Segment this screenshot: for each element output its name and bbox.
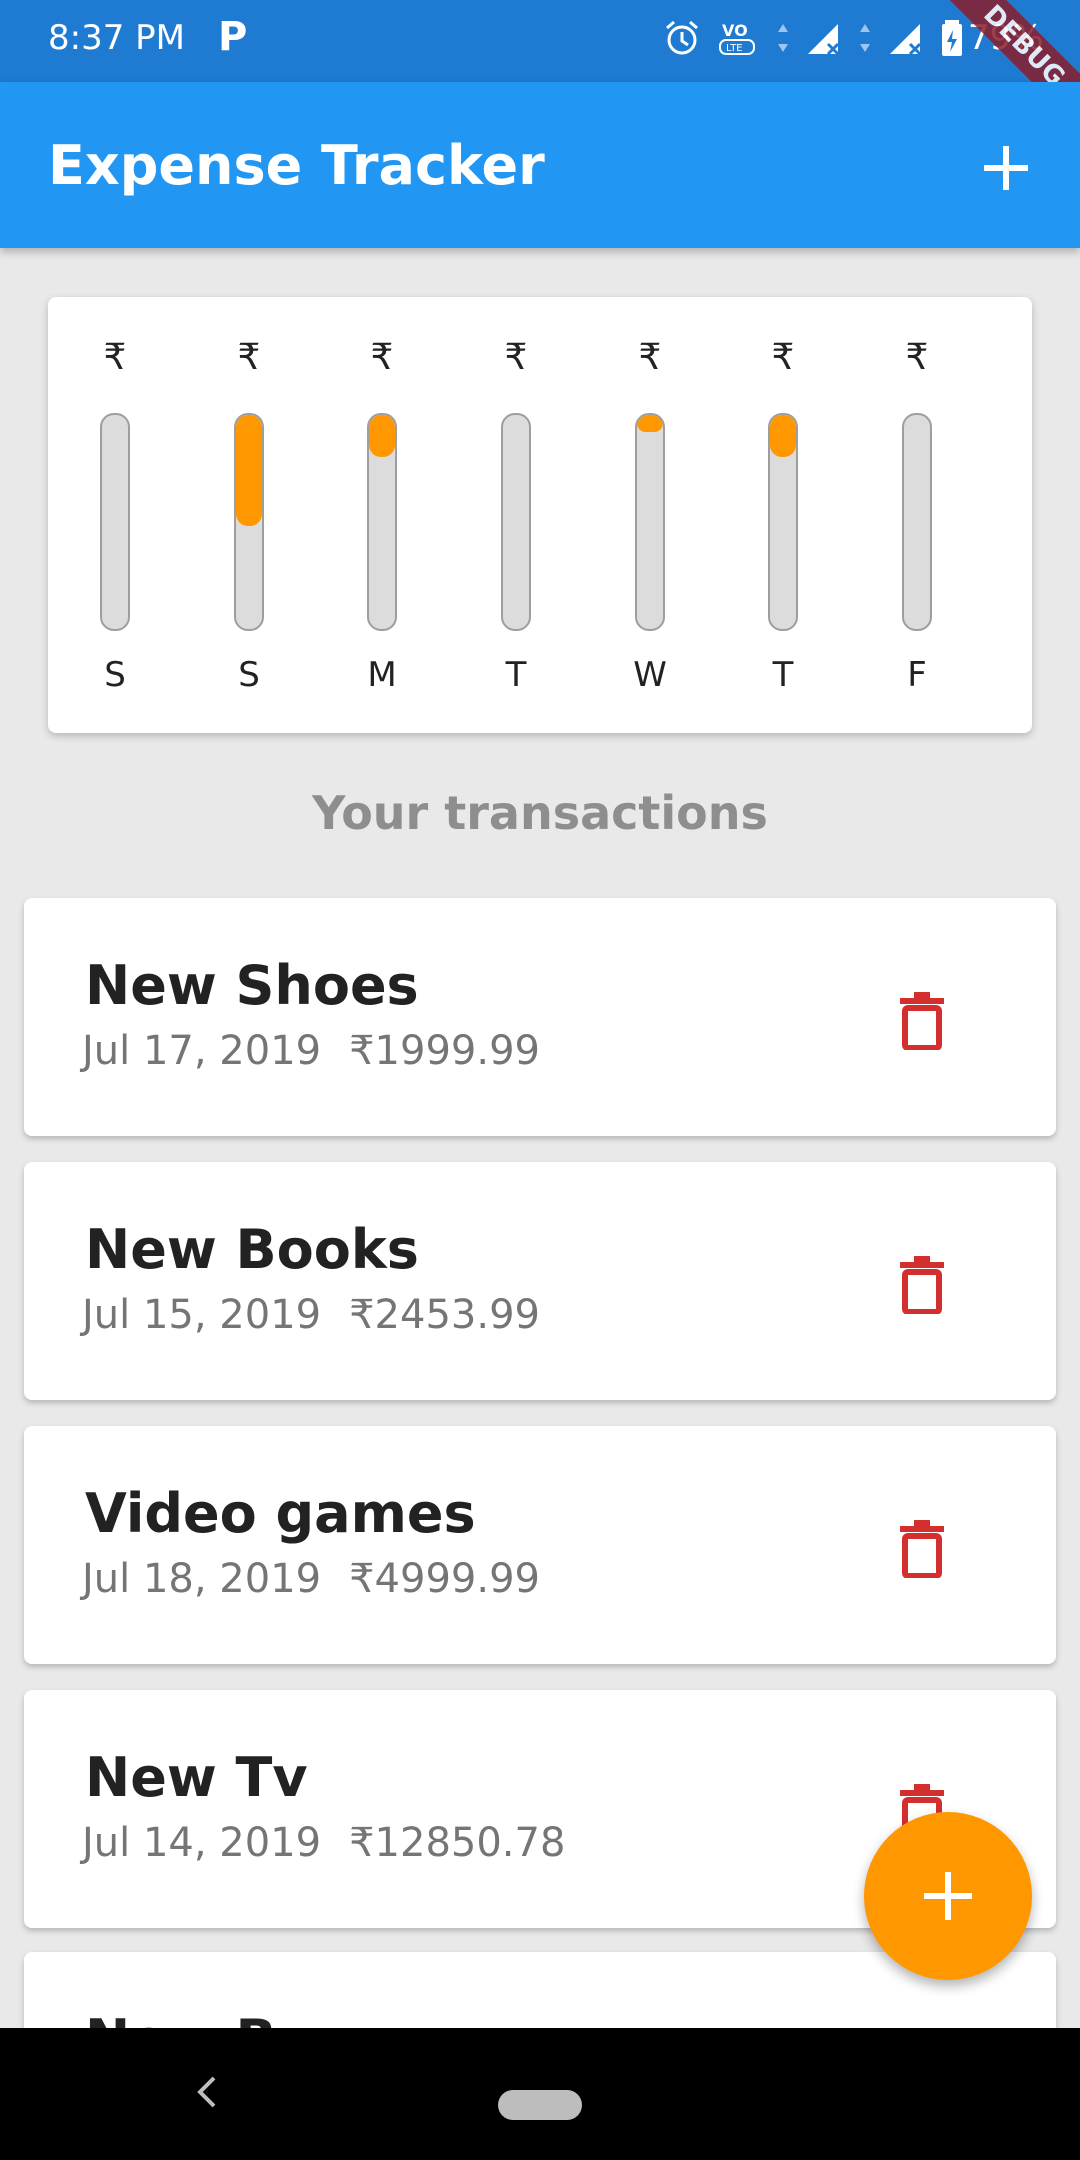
transaction-amount: ₹2453.99 bbox=[349, 1292, 540, 1338]
bar-day-label: F bbox=[907, 655, 927, 695]
signal-icon bbox=[890, 24, 922, 56]
transaction-card: New Shoes Jul 17, 2019 ₹1999.99 bbox=[24, 898, 1056, 1136]
status-icons: VO LTE bbox=[662, 18, 964, 58]
bar-amount-label: ₹ bbox=[237, 337, 261, 378]
transaction-date: Jul 17, 2019 bbox=[82, 1028, 322, 1074]
bar-fill bbox=[637, 415, 663, 432]
trash-icon[interactable] bbox=[898, 990, 946, 1050]
transaction-title: New Shoes bbox=[85, 954, 419, 1017]
bar-track bbox=[768, 413, 798, 631]
back-icon[interactable] bbox=[190, 2072, 222, 2112]
chart-bar-column: ₹ M bbox=[352, 297, 412, 733]
bar-track bbox=[635, 413, 665, 631]
trash-icon[interactable] bbox=[898, 1254, 946, 1314]
transaction-card: Video games Jul 18, 2019 ₹4999.99 bbox=[24, 1426, 1056, 1664]
chart-bar-column: ₹ T bbox=[486, 297, 546, 733]
transaction-date: Jul 15, 2019 bbox=[82, 1292, 322, 1338]
transaction-amount: ₹4999.99 bbox=[349, 1556, 540, 1602]
bar-amount-label: ₹ bbox=[905, 337, 929, 378]
svg-text:VO: VO bbox=[722, 21, 748, 40]
signal-icon bbox=[808, 24, 840, 56]
section-title: Your transactions bbox=[312, 786, 768, 840]
home-pill[interactable] bbox=[498, 2090, 582, 2120]
add-transaction-fab[interactable] bbox=[864, 1812, 1032, 1980]
weekly-chart-card: ₹ S ₹ S ₹ M ₹ T ₹ W ₹ T ₹ F bbox=[48, 297, 1032, 733]
bar-fill bbox=[236, 415, 262, 526]
bar-track bbox=[902, 413, 932, 631]
transaction-title: Video games bbox=[85, 1482, 476, 1545]
bar-day-label: S bbox=[104, 655, 126, 695]
battery-icon bbox=[942, 20, 962, 56]
transaction-card: New Books Jul 15, 2019 ₹2453.99 bbox=[24, 1162, 1056, 1400]
svg-text:LTE: LTE bbox=[726, 43, 743, 54]
bar-amount-label: ₹ bbox=[771, 337, 795, 378]
transaction-date: Jul 14, 2019 bbox=[82, 1820, 322, 1866]
bar-track bbox=[367, 413, 397, 631]
notification-app-icon: P bbox=[218, 14, 248, 60]
transaction-amount: ₹1999.99 bbox=[349, 1028, 540, 1074]
app-bar: Expense Tracker bbox=[0, 82, 1080, 248]
bar-amount-label: ₹ bbox=[370, 337, 394, 378]
plus-icon bbox=[924, 1872, 972, 1920]
bar-track bbox=[100, 413, 130, 631]
chart-bar-column: ₹ T bbox=[753, 297, 813, 733]
transaction-title: New Books bbox=[85, 1218, 419, 1281]
bar-amount-label: ₹ bbox=[103, 337, 127, 378]
chart-bar-column: ₹ F bbox=[887, 297, 947, 733]
data-arrows-icon bbox=[778, 24, 788, 52]
bar-track bbox=[234, 413, 264, 631]
status-time: 8:37 PM bbox=[48, 18, 185, 58]
transaction-amount: ₹12850.78 bbox=[349, 1820, 566, 1866]
chart-bar-column: ₹ S bbox=[85, 297, 145, 733]
alarm-icon bbox=[666, 20, 698, 55]
bar-fill bbox=[770, 415, 796, 457]
transaction-title: New Tv bbox=[85, 1746, 308, 1809]
bar-fill bbox=[369, 415, 395, 457]
app-title: Expense Tracker bbox=[48, 134, 545, 197]
trash-icon[interactable] bbox=[898, 1518, 946, 1578]
chart-bar-column: ₹ S bbox=[219, 297, 279, 733]
bar-day-label: T bbox=[505, 655, 527, 695]
bar-track bbox=[501, 413, 531, 631]
bar-day-label: M bbox=[367, 655, 397, 695]
data-arrows-icon bbox=[860, 24, 870, 52]
volte-icon: VO LTE bbox=[719, 21, 755, 55]
bar-day-label: T bbox=[772, 655, 794, 695]
status-bar: 8:37 PM P VO LTE DEBUG bbox=[0, 0, 1080, 160]
bar-amount-label: ₹ bbox=[638, 337, 662, 378]
bar-day-label: S bbox=[238, 655, 260, 695]
chart-bar-column: ₹ W bbox=[620, 297, 680, 733]
transaction-date: Jul 18, 2019 bbox=[82, 1556, 322, 1602]
plus-icon[interactable] bbox=[978, 140, 1034, 196]
bar-day-label: W bbox=[633, 655, 667, 695]
system-nav-bar bbox=[0, 2028, 1080, 2160]
bar-amount-label: ₹ bbox=[504, 337, 528, 378]
